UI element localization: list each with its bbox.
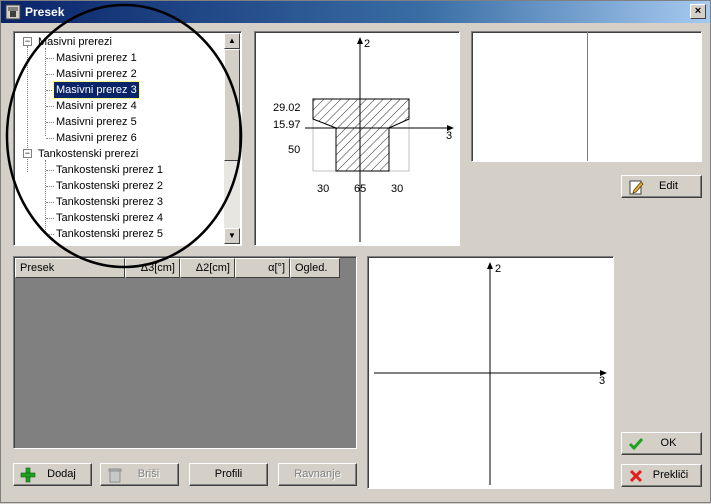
trash-icon bbox=[108, 468, 122, 483]
column-header[interactable]: α[°] bbox=[235, 258, 290, 278]
scroll-thumb[interactable] bbox=[224, 49, 240, 161]
align-button[interactable]: Ravnanje bbox=[278, 463, 357, 486]
window-title: Presek bbox=[25, 5, 65, 19]
profiles-button[interactable]: Profili bbox=[189, 463, 268, 486]
table-header: Presek Δ3[cm] Δ2[cm] α[°] Ogled. bbox=[15, 258, 340, 278]
column-header[interactable]: Presek bbox=[15, 258, 125, 278]
section-tree[interactable]: − Masivni prerezi Masivni prerez 1 Masiv… bbox=[13, 31, 242, 246]
section-shape bbox=[312, 98, 410, 172]
tree-scrollbar[interactable]: ▲ ▼ bbox=[224, 33, 240, 244]
column-header[interactable]: Ogled. bbox=[290, 258, 340, 278]
collapse-icon[interactable]: − bbox=[23, 149, 32, 158]
axis-arrow-icon bbox=[487, 262, 493, 269]
dim-label: 30 bbox=[317, 183, 330, 195]
ok-button[interactable]: OK bbox=[621, 432, 702, 455]
app-icon bbox=[5, 4, 21, 20]
edit-icon bbox=[629, 180, 644, 195]
dim-label: 29.02 bbox=[273, 102, 301, 114]
delete-button[interactable]: Briši bbox=[100, 463, 179, 486]
column-header[interactable]: Δ2[cm] bbox=[180, 258, 235, 278]
title-bar[interactable]: Presek × bbox=[1, 1, 710, 23]
check-icon bbox=[628, 438, 644, 451]
tree-group-label: Tankostenski prerezi bbox=[38, 148, 139, 160]
scroll-up-button[interactable]: ▲ bbox=[224, 33, 240, 49]
axis-label-3: 3 bbox=[599, 375, 606, 387]
close-icon: × bbox=[694, 5, 702, 17]
cross-icon bbox=[629, 469, 643, 483]
axis-label-2: 2 bbox=[364, 38, 371, 50]
axis-label-2: 2 bbox=[495, 263, 502, 275]
dim-label: 65 bbox=[354, 183, 367, 195]
arrow-down-icon: ▼ bbox=[228, 231, 236, 240]
column-header[interactable]: Δ3[cm] bbox=[125, 258, 180, 278]
scroll-down-button[interactable]: ▼ bbox=[224, 228, 240, 244]
properties-panel bbox=[471, 31, 702, 162]
presek-window: Presek × − Masivni prerezi Masivni prere… bbox=[0, 0, 711, 503]
tree-group-label: Masivni prerezi bbox=[38, 36, 112, 48]
dim-label: 15.97 bbox=[273, 119, 301, 131]
cancel-button[interactable]: Prekliči bbox=[621, 464, 702, 487]
close-button[interactable]: × bbox=[690, 4, 706, 19]
position-preview: 2 3 bbox=[367, 256, 614, 489]
dim-label: 30 bbox=[391, 183, 404, 195]
axes-drawing bbox=[374, 262, 607, 485]
collapse-icon[interactable]: − bbox=[23, 37, 32, 46]
panel-divider bbox=[587, 32, 588, 161]
section-preview: 2 3 29.02 15.97 50 30 65 30 bbox=[254, 31, 460, 246]
sections-table[interactable]: Presek Δ3[cm] Δ2[cm] α[°] Ogled. bbox=[13, 256, 357, 449]
add-button[interactable]: Dodaj bbox=[13, 463, 92, 486]
section-drawing bbox=[305, 37, 454, 242]
edit-button[interactable]: Edit bbox=[621, 175, 702, 198]
axis-label-3: 3 bbox=[446, 130, 453, 142]
arrow-up-icon: ▲ bbox=[228, 36, 236, 45]
axis-arrow-icon bbox=[357, 37, 363, 44]
plus-icon bbox=[20, 467, 36, 483]
dim-label: 50 bbox=[288, 144, 301, 156]
